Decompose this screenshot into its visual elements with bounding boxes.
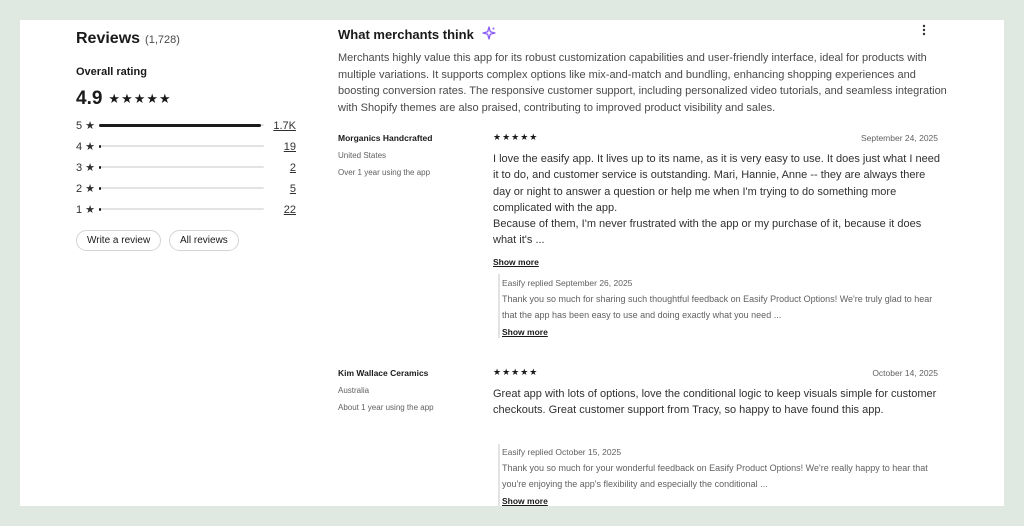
rating-bar-track	[99, 186, 264, 190]
overall-rating-label: Overall rating	[76, 66, 147, 78]
review-body: I love the easify app. It lives up to it…	[493, 153, 940, 247]
rating-row-5[interactable]: 5 ★ 1.7K	[76, 115, 296, 136]
review-show-more-button[interactable]: Show more	[493, 257, 539, 267]
rating-distribution: 5 ★ 1.7K 4 ★ 19 3 ★ 2 2 ★ 5 1 ★ 22	[76, 115, 296, 220]
rating-row-3[interactable]: 3 ★ 2	[76, 157, 296, 178]
review-date: September 24, 2025	[860, 133, 938, 143]
rating-row-count[interactable]: 5	[290, 183, 296, 195]
rating-row-label: 1 ★	[76, 204, 96, 216]
rating-row-1[interactable]: 1 ★ 22	[76, 199, 296, 220]
reviews-title: Reviews	[76, 30, 141, 47]
rating-row-count[interactable]: 19	[284, 141, 296, 153]
more-vertical-icon[interactable]	[922, 24, 926, 39]
overall-rating: 4.9 ★★★★★	[76, 88, 172, 110]
rating-stars-icon: ★★★★★	[108, 91, 172, 106]
reply-body: Thank you so much for sharing such thoug…	[502, 294, 933, 320]
review-date: October 14, 2025	[872, 368, 938, 378]
rating-bar-fill	[99, 207, 102, 211]
reply-show-more-button[interactable]: Show more	[502, 496, 548, 506]
all-reviews-button[interactable]: All reviews	[169, 230, 239, 251]
rating-bar-fill	[99, 165, 101, 169]
write-review-button[interactable]: Write a review	[76, 230, 162, 251]
review-location: United States	[338, 151, 387, 160]
rating-bar-track	[99, 123, 264, 127]
rating-bar-fill	[99, 123, 261, 127]
rating-row-label: 5 ★	[76, 120, 96, 132]
review-usage: About 1 year using the app	[338, 403, 434, 412]
rating-row-count[interactable]: 1.7K	[273, 120, 296, 132]
review-stars-icon: ★★★★★	[493, 367, 539, 377]
sparkle-icon	[482, 26, 496, 43]
review-author: Kim Wallace Ceramics	[338, 368, 429, 378]
merchants-summary: Merchants highly value this app for its …	[338, 52, 947, 114]
rating-row-label: 4 ★	[76, 141, 96, 153]
rating-bar-fill	[99, 144, 101, 148]
reviews-count: (1,728)	[145, 34, 180, 46]
review-body: Great app with lots of options, love the…	[493, 388, 937, 417]
rating-row-4[interactable]: 4 ★ 19	[76, 136, 296, 157]
rating-row-count[interactable]: 22	[284, 204, 296, 216]
merchants-heading: What merchants think	[338, 26, 496, 43]
review-stars-icon: ★★★★★	[493, 132, 539, 142]
merchants-title: What merchants think	[338, 27, 474, 42]
reply-header: Easify replied October 15, 2025	[502, 447, 622, 457]
reviews-card: Reviews (1,728) Overall rating 4.9 ★★★★★…	[20, 20, 1004, 506]
review-location: Australia	[338, 386, 370, 395]
reply-header: Easify replied September 26, 2025	[502, 278, 633, 288]
rating-bar-fill	[99, 186, 101, 190]
reply-body: Thank you so much for your wonderful fee…	[502, 463, 928, 489]
rating-bar-track	[99, 165, 264, 169]
rating-score: 4.9	[76, 88, 103, 109]
reply-show-more-button[interactable]: Show more	[502, 327, 548, 337]
rating-row-label: 2 ★	[76, 183, 96, 195]
rating-row-label: 3 ★	[76, 162, 96, 174]
rating-bar-track	[99, 144, 264, 148]
rating-row-count[interactable]: 2	[290, 162, 296, 174]
rating-row-2[interactable]: 2 ★ 5	[76, 178, 296, 199]
rating-bar-track	[99, 207, 264, 211]
review-usage: Over 1 year using the app	[338, 168, 431, 177]
reviews-heading: Reviews (1,728)	[76, 30, 180, 48]
review-author: Morganics Handcrafted	[338, 133, 433, 143]
